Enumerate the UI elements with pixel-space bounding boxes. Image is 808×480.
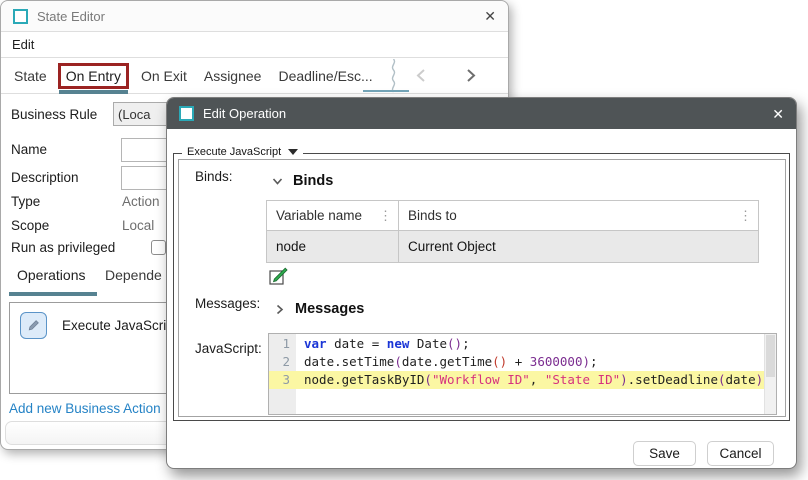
window-title: State Editor bbox=[37, 9, 475, 24]
operation-list-label: Execute JavaScript bbox=[62, 318, 178, 333]
binds-section-title: Binds bbox=[293, 173, 333, 189]
edit-operation-dialog: Edit Operation ✕ Execute JavaScript Bind… bbox=[166, 97, 797, 469]
tab-on-exit[interactable]: On Exit bbox=[140, 66, 188, 86]
tab-deadline-escalation[interactable]: Deadline/Esc... bbox=[277, 66, 373, 86]
close-icon[interactable]: ✕ bbox=[484, 9, 496, 23]
binds-section-header[interactable]: Binds bbox=[271, 173, 333, 189]
state-editor-titlebar[interactable]: State Editor ✕ bbox=[1, 1, 508, 32]
operation-type-label: Execute JavaScript bbox=[187, 146, 281, 158]
messages-field-label: Messages: bbox=[195, 296, 260, 311]
javascript-code-editor[interactable]: 1var date = new Date();2date.setTime(dat… bbox=[268, 333, 777, 415]
tab-on-entry[interactable]: On Entry bbox=[58, 63, 129, 89]
window-icon bbox=[13, 9, 28, 24]
code-line[interactable]: 1var date = new Date(); bbox=[269, 335, 765, 353]
type-label: Type bbox=[11, 194, 40, 209]
menubar: Edit bbox=[1, 32, 508, 58]
dropdown-triangle-icon bbox=[288, 149, 298, 155]
binds-field-label: Binds: bbox=[195, 169, 233, 184]
edit-operation-titlebar[interactable]: Edit Operation ✕ bbox=[167, 98, 796, 129]
cell-binds-to[interactable]: Current Object bbox=[399, 231, 759, 263]
tab-scroll-indicator bbox=[363, 90, 409, 92]
kebab-icon[interactable]: ⋮ bbox=[379, 209, 392, 222]
messages-section-header[interactable]: Messages bbox=[273, 301, 364, 317]
subtab-active-underline bbox=[9, 292, 97, 296]
subtab-dependencies[interactable]: Depende bbox=[105, 267, 162, 283]
name-label: Name bbox=[11, 142, 47, 157]
column-label: Binds to bbox=[408, 208, 457, 223]
save-button[interactable]: Save bbox=[633, 441, 696, 466]
window-icon bbox=[179, 106, 194, 121]
menu-item-edit[interactable]: Edit bbox=[12, 37, 34, 52]
code-line[interactable]: 3node.getTaskByID("Workflow ID", "State … bbox=[269, 371, 765, 389]
close-icon[interactable]: ✕ bbox=[772, 107, 784, 121]
binds-table: Variable name ⋮ Binds to ⋮ node Current … bbox=[266, 200, 759, 263]
tab-next-icon[interactable] bbox=[463, 68, 478, 83]
add-row-icon[interactable] bbox=[268, 267, 288, 287]
run-as-privileged-label: Run as privileged bbox=[11, 240, 115, 255]
chevron-right-icon bbox=[273, 303, 286, 316]
cell-variable-name[interactable]: node bbox=[267, 231, 399, 263]
edit-operation-button[interactable] bbox=[20, 312, 47, 339]
line-number: 1 bbox=[269, 335, 296, 353]
tab-prev-icon[interactable] bbox=[414, 68, 429, 83]
binds-table-header-row: Variable name ⋮ Binds to ⋮ bbox=[267, 201, 759, 231]
javascript-field-label: JavaScript: bbox=[195, 341, 262, 356]
messages-section-title: Messages bbox=[295, 301, 364, 317]
column-label: Variable name bbox=[276, 208, 362, 223]
type-value: Action bbox=[122, 194, 160, 209]
line-number: 3 bbox=[269, 371, 296, 389]
tab-state[interactable]: State bbox=[13, 66, 48, 86]
torn-edge-icon bbox=[389, 59, 398, 93]
kebab-icon[interactable]: ⋮ bbox=[739, 209, 752, 222]
run-as-privileged-checkbox[interactable] bbox=[151, 240, 166, 255]
code-editor-scrollbar[interactable] bbox=[764, 334, 776, 414]
scope-label: Scope bbox=[11, 218, 49, 233]
subtab-operations[interactable]: Operations bbox=[17, 267, 85, 283]
code-line[interactable]: 2date.setTime(date.getTime() + 3600000); bbox=[269, 353, 765, 371]
code-lines[interactable]: 1var date = new Date();2date.setTime(dat… bbox=[269, 335, 765, 389]
chevron-down-icon bbox=[271, 175, 284, 188]
cancel-button[interactable]: Cancel bbox=[707, 441, 774, 466]
business-rule-label: Business Rule bbox=[11, 107, 97, 122]
add-business-action-link[interactable]: Add new Business Action bbox=[9, 401, 161, 416]
column-header-binds-to[interactable]: Binds to ⋮ bbox=[399, 201, 759, 231]
pencil-icon bbox=[27, 319, 40, 332]
tab-assignee[interactable]: Assignee bbox=[203, 66, 263, 86]
scrollbar-thumb[interactable] bbox=[766, 335, 775, 377]
line-number: 2 bbox=[269, 353, 296, 371]
tab-strip: State On Entry On Exit Assignee Deadline… bbox=[1, 58, 508, 94]
dialog-title: Edit Operation bbox=[203, 106, 763, 121]
operation-type-selector[interactable]: Execute JavaScript bbox=[182, 146, 303, 158]
column-header-variable-name[interactable]: Variable name ⋮ bbox=[267, 201, 399, 231]
table-row[interactable]: node Current Object bbox=[267, 231, 759, 263]
scope-value: Local bbox=[122, 218, 154, 233]
description-label: Description bbox=[11, 170, 79, 185]
